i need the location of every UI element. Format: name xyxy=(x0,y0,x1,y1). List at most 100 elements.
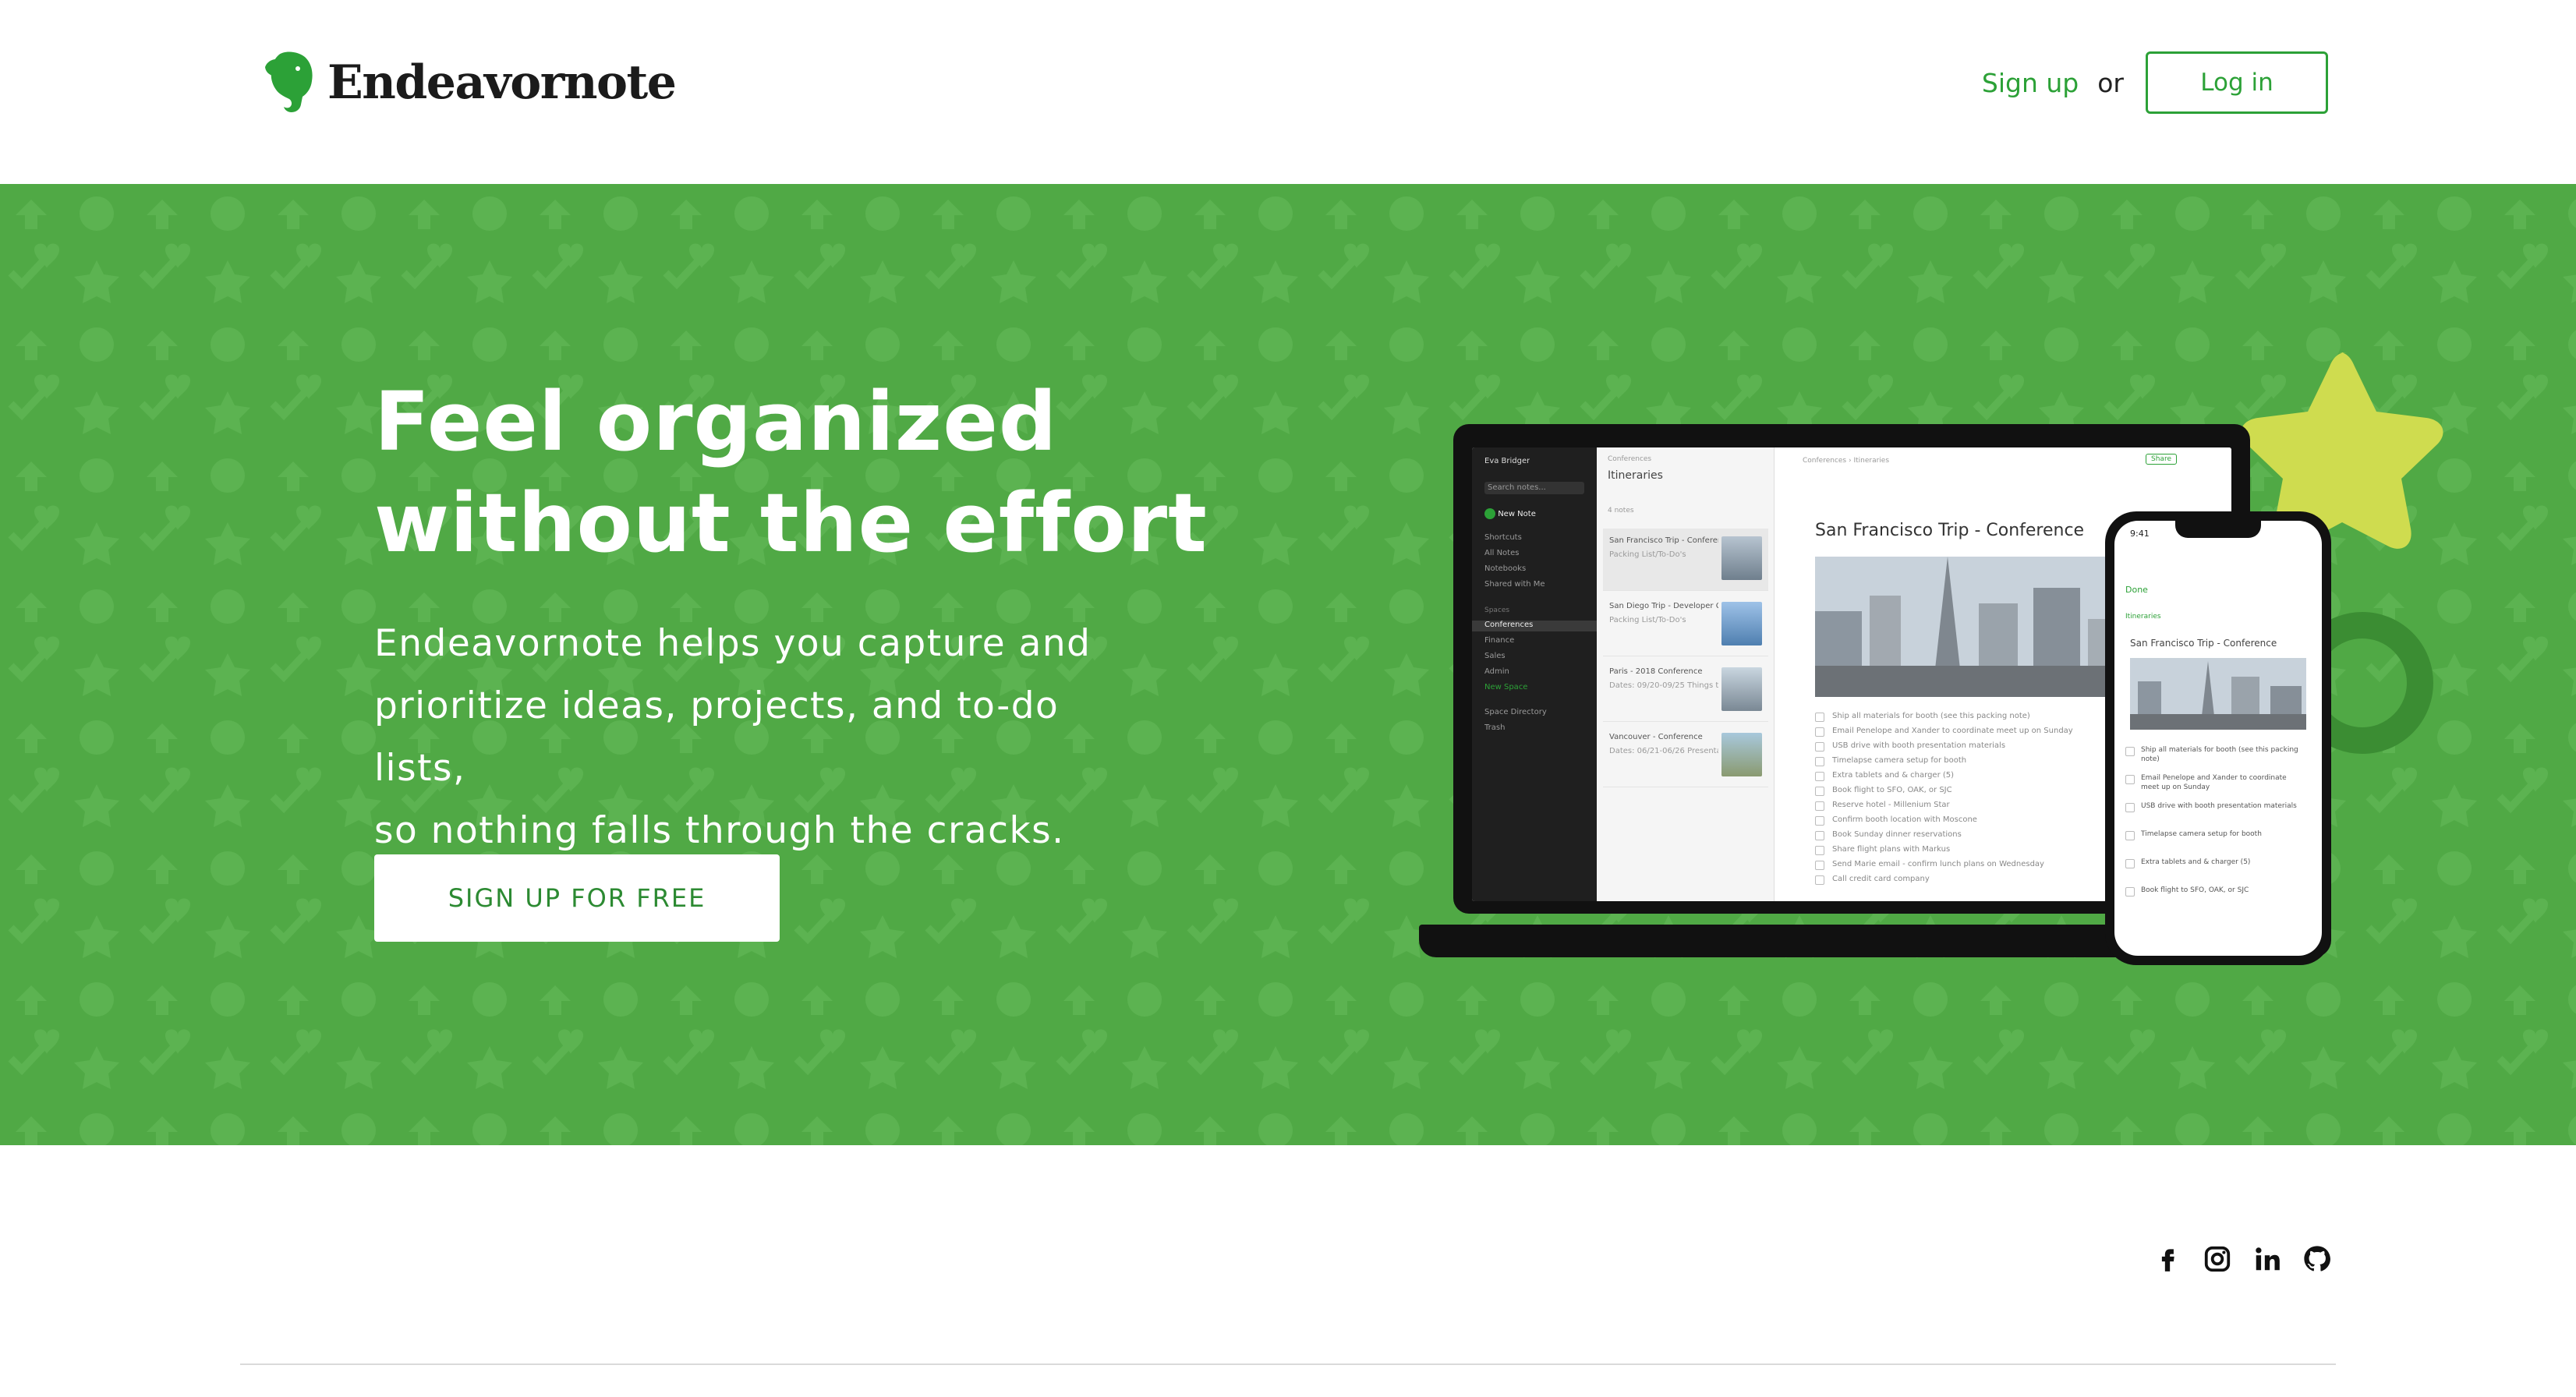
facebook-link[interactable] xyxy=(2147,1239,2188,1279)
search-notes-input: Search notes... xyxy=(1484,482,1584,494)
linkedin-link[interactable] xyxy=(2247,1239,2288,1279)
checklist-checkbox xyxy=(1815,757,1824,766)
footer-divider xyxy=(240,1363,2336,1365)
checklist-checkbox xyxy=(1815,801,1824,811)
list-item-sub: Dates: 06/21-06/26 Presentation guidelin… xyxy=(1609,747,1718,755)
space-item-admin: Admin xyxy=(1484,667,1509,676)
list-item-title: Vancouver - Conference xyxy=(1609,733,1703,741)
space-item-sales: Sales xyxy=(1484,652,1506,660)
site-footer xyxy=(0,1145,2576,1397)
instagram-icon xyxy=(2204,1246,2231,1272)
phone-notch xyxy=(2175,521,2261,538)
facebook-icon xyxy=(2161,1249,2174,1271)
phone-checklist-checkbox xyxy=(2125,859,2135,868)
list-item-title: Paris - 2018 Conference xyxy=(1609,667,1703,676)
phone-checklist-checkbox xyxy=(2125,831,2135,840)
list-item: San Diego Trip - Developer Conference Pa… xyxy=(1603,594,1768,656)
list-item-sub: Dates: 09/20-09/25 Things to pack xyxy=(1609,681,1718,690)
checklist-checkbox xyxy=(1815,875,1824,885)
space-item-conferences: Conferences xyxy=(1472,621,1597,631)
app-sidebar: Eva Bridger Search notes... New Note Sho… xyxy=(1472,447,1597,901)
list-item-thumbnail xyxy=(1721,733,1762,776)
checklist-checkbox xyxy=(1815,713,1824,722)
checklist-checkbox xyxy=(1815,816,1824,826)
hero-subtitle-line-2: prioritize ideas, projects, and to-do li… xyxy=(374,684,1060,790)
hero-subtitle-line-3: so nothing falls through the cracks. xyxy=(374,809,1065,852)
list-count: 4 notes xyxy=(1608,507,1634,515)
phone-checklist-checkbox xyxy=(2125,747,2135,756)
phone-breadcrumb: Itineraries xyxy=(2125,613,2161,621)
sidebar-item-all-notes: All Notes xyxy=(1484,549,1520,557)
note-list: Conferences Itineraries 4 notes San Fran… xyxy=(1597,447,1775,901)
phone-checklist-item: Book flight to SFO, OAK, or SJC xyxy=(2141,886,2249,894)
note-title: San Francisco Trip - Conference xyxy=(1815,521,2085,540)
phone-checklist-item: Ship all materials for booth (see this p… xyxy=(2141,746,2298,763)
phone-checklist-item: USB drive with booth presentation materi… xyxy=(2141,802,2297,810)
city-photo xyxy=(1815,557,2127,697)
checklist-checkbox xyxy=(1815,831,1824,840)
checklist-checkbox xyxy=(1815,861,1824,870)
note-breadcrumb-1: Conferences xyxy=(1803,457,1847,465)
checklist-checkbox xyxy=(1815,787,1824,796)
phone-done: Done xyxy=(2125,585,2148,595)
or-text: or xyxy=(2097,67,2124,98)
sidebar-item-notebooks: Notebooks xyxy=(1484,564,1527,573)
sidebar-item-shortcuts: Shortcuts xyxy=(1484,533,1522,542)
site-header: Endeavornote Sign up or Log in xyxy=(0,0,2576,184)
brand-logo[interactable]: Endeavornote xyxy=(262,50,677,115)
social-links xyxy=(2138,1239,2337,1279)
hero-subtitle: Endeavornote helps you capture and prior… xyxy=(374,613,1154,862)
list-item-thumbnail xyxy=(1721,602,1762,645)
space-directory: Space Directory xyxy=(1484,708,1547,716)
share-button: Share xyxy=(2146,454,2177,465)
note-breadcrumb-2: Itineraries xyxy=(1853,457,1890,465)
trash: Trash xyxy=(1484,723,1506,732)
note-breadcrumb: Conferences › Itineraries xyxy=(1803,457,1890,465)
sign-up-link[interactable]: Sign up xyxy=(1982,68,2079,98)
phone-mockup: 9:41 Done Itineraries San Francisco Trip… xyxy=(2105,511,2331,965)
list-item: San Francisco Trip - Conference Packing … xyxy=(1603,529,1768,591)
phone-note-title: San Francisco Trip - Conference xyxy=(2130,638,2277,649)
list-breadcrumb: Conferences xyxy=(1608,455,1652,463)
phone-checklist-checkbox xyxy=(2125,887,2135,897)
product-screenshot: Eva Bridger Search notes... New Note Sho… xyxy=(1419,348,2464,1018)
list-item-title: San Francisco Trip - Conference xyxy=(1609,536,1718,545)
list-item-sub: Packing List/To-Do's xyxy=(1609,616,1686,624)
github-icon xyxy=(2304,1246,2330,1271)
sign-up-for-free-button[interactable]: SIGN UP FOR FREE xyxy=(374,854,780,942)
new-note-label: New Note xyxy=(1498,510,1536,518)
list-item: Vancouver - Conference Dates: 06/21-06/2… xyxy=(1603,725,1768,787)
brand-name: Endeavornote xyxy=(327,55,677,110)
sidebar-item-shared: Shared with Me xyxy=(1484,580,1545,589)
phone-checklist-item: Timelapse camera setup for booth xyxy=(2141,830,2262,838)
phone-checklist-checkbox xyxy=(2125,803,2135,812)
log-in-button[interactable]: Log in xyxy=(2146,51,2328,114)
hero-section: Feel organized without the effort Endeav… xyxy=(0,184,2576,1145)
hero-title-line-2: without the effort xyxy=(374,476,1208,571)
elephant-icon xyxy=(265,51,313,112)
phone-checklist-item: Email Penelope and Xander to coordinate … xyxy=(2141,774,2287,791)
list-item: Paris - 2018 Conference Dates: 09/20-09/… xyxy=(1603,660,1768,722)
phone-checklist-checkbox xyxy=(2125,775,2135,784)
phone-city-photo xyxy=(2130,658,2306,730)
phone-checklist-item: Extra tablets and & charger (5) xyxy=(2141,858,2251,866)
linkedin-icon xyxy=(2256,1247,2280,1271)
space-item-finance: Finance xyxy=(1484,636,1515,645)
spaces-heading: Spaces xyxy=(1484,607,1510,614)
github-link[interactable] xyxy=(2297,1239,2337,1279)
phone-screen: 9:41 Done Itineraries San Francisco Trip… xyxy=(2114,521,2322,956)
list-item-thumbnail xyxy=(1721,667,1762,711)
new-note-button: New Note xyxy=(1484,508,1536,519)
checklist-checkbox xyxy=(1815,772,1824,781)
checklist-checkbox xyxy=(1815,846,1824,855)
hero-title: Feel organized without the effort xyxy=(374,371,1310,574)
hero-title-line-1: Feel organized xyxy=(374,374,1058,469)
user-name: Eva Bridger xyxy=(1484,457,1530,465)
instagram-link[interactable] xyxy=(2197,1239,2238,1279)
space-item-new-space: New Space xyxy=(1484,683,1528,691)
checklist-checkbox xyxy=(1815,727,1824,737)
auth-nav: Sign up or Log in xyxy=(1982,51,2328,114)
list-item-sub: Packing List/To-Do's xyxy=(1609,550,1686,559)
list-title: Itineraries xyxy=(1608,469,1663,482)
list-item-title: San Diego Trip - Developer Conference xyxy=(1609,602,1718,610)
